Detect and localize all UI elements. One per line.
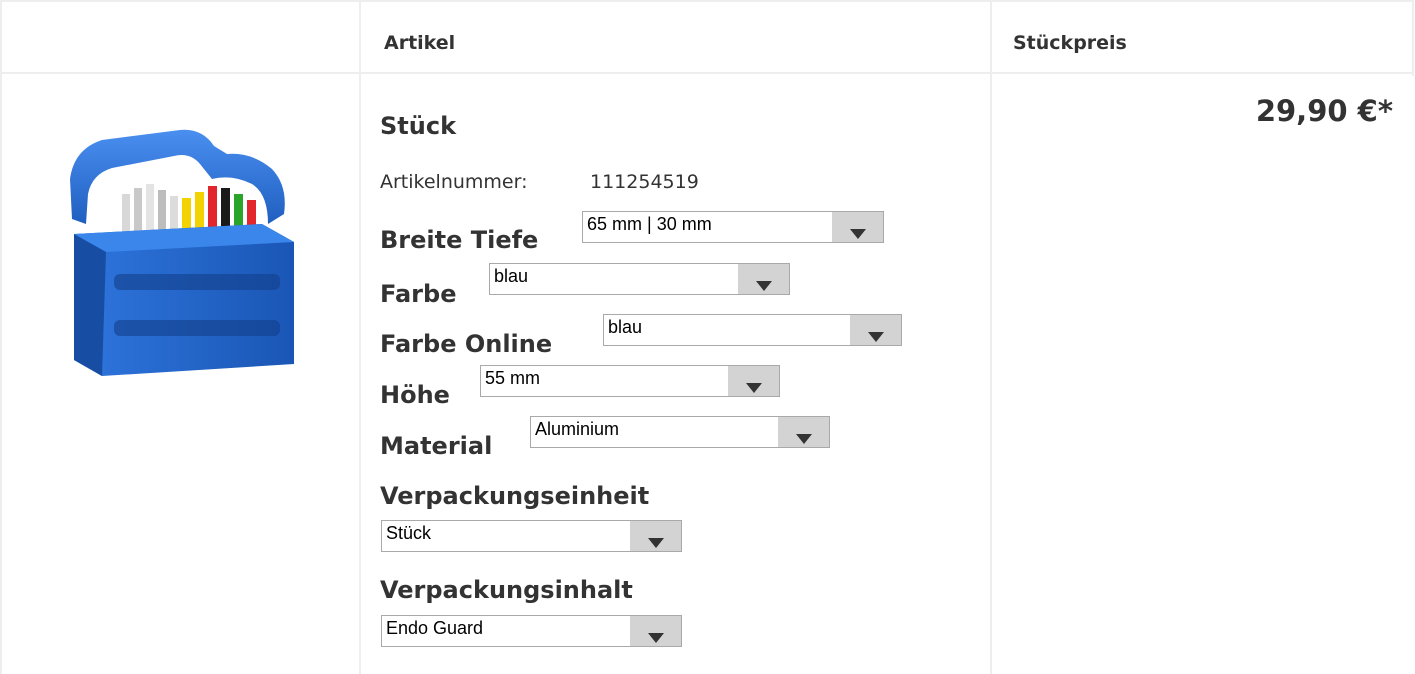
select-farbe[interactable]: blau bbox=[489, 263, 790, 295]
product-title[interactable]: Stück bbox=[380, 112, 456, 140]
chevron-down-icon bbox=[796, 434, 812, 444]
dropdown-button[interactable] bbox=[850, 315, 901, 345]
select-value: Endo Guard bbox=[386, 618, 484, 638]
column-divider bbox=[359, 0, 361, 674]
unit-price: 29,90 €* bbox=[1255, 94, 1393, 128]
column-divider bbox=[990, 0, 992, 674]
select-value: blau bbox=[494, 266, 529, 286]
table-header-row: Artikel Stückpreis bbox=[2, 0, 1414, 74]
chevron-down-icon bbox=[648, 633, 664, 643]
option-label-material: Material bbox=[380, 432, 493, 460]
chevron-down-icon bbox=[850, 229, 866, 239]
chevron-down-icon bbox=[648, 538, 664, 548]
select-hoehe[interactable]: 55 mm bbox=[480, 365, 780, 397]
select-verpackungsinhalt[interactable]: Endo Guard bbox=[381, 615, 682, 647]
select-value: Stück bbox=[386, 523, 432, 543]
column-divider bbox=[1412, 0, 1414, 76]
option-label-verpackungsinhalt: Verpackungsinhalt bbox=[380, 576, 633, 604]
dropdown-button[interactable] bbox=[728, 366, 779, 396]
article-number-value: 111254519 bbox=[590, 171, 699, 193]
chevron-down-icon bbox=[746, 383, 762, 393]
chevron-down-icon bbox=[756, 281, 772, 291]
chevron-down-icon bbox=[868, 332, 884, 342]
select-material[interactable]: Aluminium bbox=[530, 416, 830, 448]
option-label-hoehe: Höhe bbox=[380, 381, 450, 409]
select-value: 55 mm bbox=[485, 368, 541, 388]
dropdown-button[interactable] bbox=[630, 521, 681, 551]
option-label-breite-tiefe: Breite Tiefe bbox=[380, 226, 539, 254]
select-farbe-online[interactable]: blau bbox=[603, 314, 902, 346]
dropdown-button[interactable] bbox=[778, 417, 829, 447]
article-number-label: Artikelnummer: bbox=[380, 171, 528, 193]
column-header-unit-price: Stückpreis bbox=[1013, 32, 1127, 54]
column-header-article: Artikel bbox=[384, 32, 456, 54]
dropdown-button[interactable] bbox=[738, 264, 789, 294]
option-label-farbe: Farbe bbox=[380, 280, 457, 308]
select-value: 65 mm | 30 mm bbox=[587, 214, 712, 234]
option-label-farbe-online: Farbe Online bbox=[380, 330, 553, 358]
select-breite-tiefe[interactable]: 65 mm | 30 mm bbox=[582, 211, 884, 243]
select-verpackungseinheit[interactable]: Stück bbox=[381, 520, 682, 552]
product-image[interactable] bbox=[62, 124, 302, 378]
select-value: blau bbox=[608, 317, 643, 337]
dropdown-button[interactable] bbox=[832, 212, 883, 242]
dropdown-button[interactable] bbox=[630, 616, 681, 646]
select-value: Aluminium bbox=[535, 419, 620, 439]
option-label-verpackungseinheit: Verpackungseinheit bbox=[380, 482, 650, 510]
